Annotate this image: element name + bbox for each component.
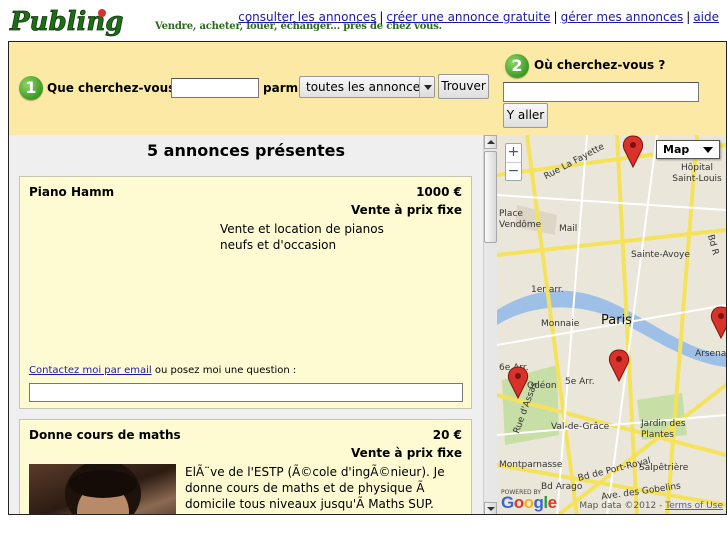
listing-price: 20 € [432,428,462,442]
scroll-thumb[interactable] [484,151,497,243]
google-logo-letter: g [533,493,544,512]
question-input[interactable] [29,383,463,402]
step-2-badge: 2 [505,54,529,78]
page-root: Publing Vendre, acheter, louer, échanger… [0,0,727,545]
person-photo-graphic [65,464,141,514]
google-logo-letter: o [523,493,534,512]
map-markers [507,135,726,400]
listing-sale-type: Vente à prix fixe [351,446,462,460]
nav-browse-ads[interactable]: consulter les annonces [238,10,376,24]
nav-separator: | [686,10,691,24]
category-selected-value: toutes les annonces [306,80,427,94]
listings-count-title: 5 annonces présentes [146,141,346,160]
step-1-badge: 1 [19,76,43,100]
nav-create-ad[interactable]: créer une annonce gratuite [386,10,550,24]
google-logo[interactable]: Google [501,493,557,513]
map-marker[interactable] [622,135,644,169]
listing-description: Vente et location de pianos neufs et d'o… [220,222,384,252]
listing-sale-type: Vente à prix fixe [351,203,462,217]
logo-text: Publing [9,7,123,37]
top-navigation: consulter les annonces | créer une annonce… [238,10,719,24]
nav-help[interactable]: aide [693,10,719,24]
google-logo-letter: o [513,493,524,512]
publing-logo-graphic: Publing [9,7,124,38]
map-data-credit: Map data ©2012 [579,501,657,511]
category-select[interactable]: toutes les annonces [299,76,435,98]
what-label: Que cherchez-vous ? [47,81,187,95]
search-panel: 1 Que cherchez-vous ? parmi toutes les a… [9,42,726,135]
scroll-down-button[interactable] [484,502,497,514]
nav-manage-ads[interactable]: gérer mes annonces [561,10,684,24]
among-label: parmi [263,81,303,95]
where-label: Où cherchez-vous ? [534,58,666,72]
location-input[interactable] [503,82,699,102]
google-logo-letter: G [501,493,514,512]
main-frame: 1 Que cherchez-vous ? parmi toutes les a… [8,41,727,515]
publing-logo[interactable]: Publing [8,4,148,38]
google-logo-letter: e [547,493,557,512]
nav-separator: | [553,10,558,24]
contact-line: Contactez moi par email ou posez moi une… [29,365,296,376]
logo-dot [98,9,106,17]
listing-title[interactable]: Donne cours de maths [29,428,181,442]
chevron-down-icon [419,77,434,97]
terms-of-use-link[interactable]: Terms of Use [665,501,723,511]
listing-card: Piano Hamm 1000 € Vente à prix fixe Vent… [19,176,472,409]
listings-scrollbar[interactable] [483,135,497,514]
listing-description: ElÃ¨ve de l'ESTP (Ã©cole d'ingÃ©nieur). … [185,465,445,511]
find-button[interactable]: Trouver [438,74,489,99]
listing-card: Donne cours de maths 20 € Vente à prix f… [19,419,472,514]
map-marker[interactable] [608,349,630,383]
go-button[interactable]: Y aller [503,103,548,128]
listing-price: 1000 € [416,185,462,199]
map-marker[interactable] [507,366,529,400]
map-marker[interactable] [710,306,726,340]
contact-email-link[interactable]: Contactez moi par email [29,365,152,376]
map-attribution: Map data ©2012 - Terms of Use [579,501,723,511]
nav-separator: | [379,10,384,24]
listing-photo[interactable] [29,464,176,514]
listing-title[interactable]: Piano Hamm [29,185,114,199]
scroll-up-button[interactable] [484,135,497,149]
map-footer: POWERED BY Google Map data ©2012 - Terms… [497,489,726,514]
contact-suffix: ou posez moi une question : [151,365,297,376]
listings-panel: 5 annonces présentes Piano Hamm 1000 € V… [9,135,483,514]
query-input[interactable] [171,78,259,98]
map-view[interactable]: + − Map Rue La Fayette Hôpital Saint-Lou… [497,135,726,514]
